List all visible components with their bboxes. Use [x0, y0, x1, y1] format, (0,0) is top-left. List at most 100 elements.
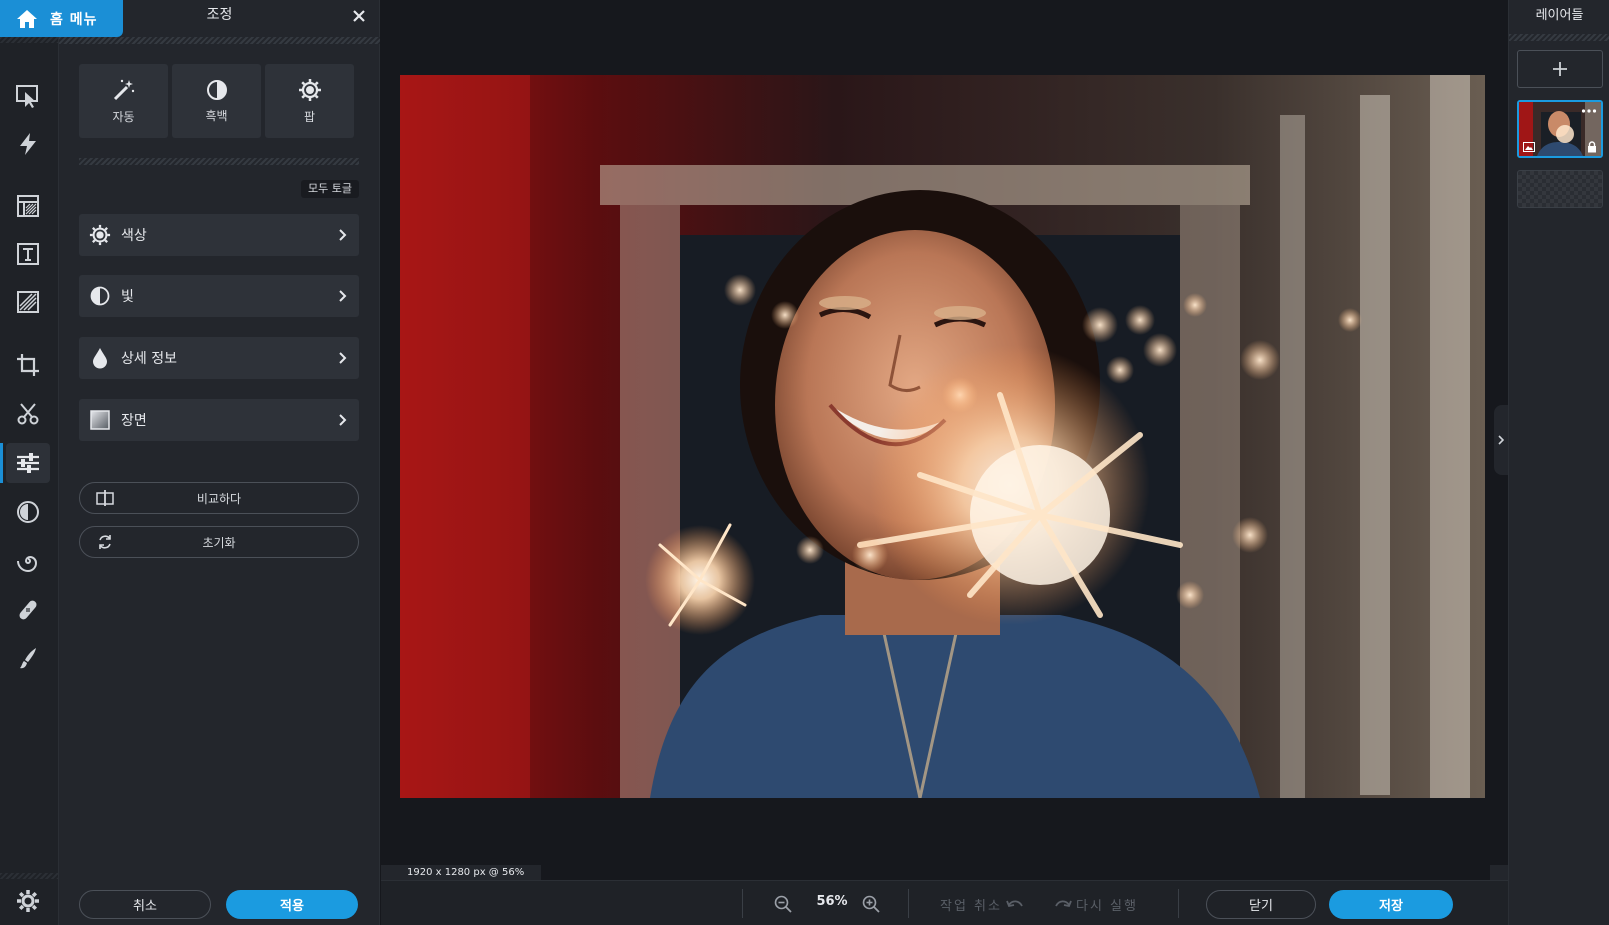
text-icon [17, 243, 39, 265]
redo-icon [1055, 899, 1072, 907]
reset-label: 초기화 [202, 535, 236, 550]
bw-label: 흑백 [205, 108, 228, 123]
redo-label: 다시 실행 [1076, 899, 1138, 914]
chevron-right-icon [339, 414, 347, 426]
bw-button[interactable]: 흑백 [172, 64, 261, 138]
close-button[interactable]: 닫기 [1206, 890, 1316, 919]
layers-collapse-tab[interactable] [1494, 405, 1508, 475]
adjust-panel: 조정 자동 흑백 팝 모두 토글 색상 빛 상세 정보 장면 비교하다 초기화 … [59, 0, 380, 925]
zoom-out-icon [774, 895, 792, 913]
compare-button[interactable]: 비교하다 [79, 482, 359, 514]
quick-edit-tool[interactable] [6, 124, 50, 164]
toggle-all-button[interactable]: 모두 토글 [301, 180, 359, 198]
chevron-right-icon [339, 352, 347, 364]
pop-label: 팝 [303, 109, 316, 124]
lock-icon[interactable] [1587, 141, 1597, 153]
redo-button[interactable]: 다시 실행 [1054, 895, 1138, 914]
layer-empty-thumbnail[interactable] [1517, 170, 1603, 208]
hatch-square-icon [17, 291, 39, 313]
undo-button[interactable]: 작업 취소 [940, 895, 1024, 914]
settings-button[interactable] [6, 881, 50, 921]
gear-icon [17, 890, 39, 912]
draw-tool[interactable] [6, 638, 50, 678]
category-color[interactable]: 색상 [79, 214, 359, 256]
gear-sun-icon [298, 78, 321, 101]
scissors-icon [17, 403, 39, 425]
cancel-button[interactable]: 취소 [79, 890, 211, 919]
category-light-label: 빛 [121, 289, 134, 305]
zoom-level[interactable]: 56% [812, 894, 852, 909]
crop-icon [17, 354, 39, 376]
bottom-toolbar: 56% 작업 취소 다시 실행 닫기 저장 [381, 880, 1508, 925]
category-color-label: 색상 [121, 228, 147, 244]
rail-divider-bottom [0, 873, 58, 879]
texture-tool[interactable] [6, 282, 50, 322]
separator [908, 889, 909, 918]
arrange-select-icon [16, 85, 38, 108]
category-scene-label: 장면 [121, 413, 147, 429]
scene-square-icon [90, 410, 110, 430]
spiral-icon [17, 555, 38, 573]
close-icon [353, 10, 365, 22]
adjust-tool[interactable] [0, 443, 50, 483]
pop-button[interactable]: 팝 [265, 64, 354, 138]
sliders-icon [17, 453, 39, 473]
image-size-info: 1920 x 1280 px @ 56% [381, 865, 541, 880]
category-light[interactable]: 빛 [79, 275, 359, 317]
zoom-in-button[interactable] [860, 893, 882, 915]
add-layer-button[interactable] [1517, 50, 1603, 88]
auto-button[interactable]: 자동 [79, 64, 168, 138]
brush-icon [20, 648, 36, 669]
cutout-tool[interactable] [6, 394, 50, 434]
magic-wand-icon [113, 79, 134, 100]
auto-label: 자동 [112, 109, 135, 124]
layers-title: 레이어들 [1535, 8, 1584, 23]
home-menu-button[interactable]: 홈 메뉴 [0, 0, 123, 37]
canvas-area[interactable] [381, 0, 1508, 880]
category-details-label: 상세 정보 [121, 351, 177, 367]
panel-close-button[interactable] [349, 6, 369, 26]
select-tool[interactable] [6, 76, 50, 116]
compare-label: 비교하다 [196, 491, 242, 506]
layer-photo-thumbnail[interactable] [1517, 100, 1603, 158]
template-tool[interactable] [6, 186, 50, 226]
zoom-out-button[interactable] [772, 893, 794, 915]
light-half-icon [90, 286, 110, 306]
reset-button[interactable]: 초기화 [79, 526, 359, 558]
home-icon [17, 9, 37, 28]
chevron-right-icon [1498, 435, 1504, 445]
half-circle-icon [17, 501, 39, 523]
home-menu-label: 홈 메뉴 [50, 11, 98, 28]
color-gear-icon [89, 224, 111, 246]
compare-icon [96, 490, 114, 506]
undo-icon [1006, 899, 1023, 907]
half-circle-icon [206, 79, 227, 100]
refresh-icon [99, 535, 111, 549]
zoom-in-icon [862, 895, 880, 913]
liquify-tool[interactable] [6, 541, 50, 581]
layout-icon [17, 195, 39, 217]
tool-rail [0, 0, 59, 925]
photo-canvas[interactable] [400, 75, 1485, 798]
heal-tool[interactable] [6, 590, 50, 630]
more-options-icon[interactable] [1581, 108, 1597, 114]
category-details[interactable]: 상세 정보 [79, 337, 359, 379]
panel-divider [59, 37, 380, 44]
save-button[interactable]: 저장 [1329, 890, 1453, 919]
lightning-icon [20, 133, 36, 155]
crop-tool[interactable] [6, 345, 50, 385]
category-scene[interactable]: 장면 [79, 399, 359, 441]
drop-icon [93, 348, 107, 369]
separator [1178, 889, 1179, 918]
text-tool[interactable] [6, 234, 50, 274]
canvas-corner [1490, 865, 1508, 880]
portrait-photo [400, 75, 1485, 798]
bandage-icon [19, 600, 37, 620]
rail-divider [0, 37, 58, 43]
effects-tool[interactable] [6, 492, 50, 532]
chevron-right-icon [339, 290, 347, 302]
quick-divider [79, 158, 359, 165]
apply-button[interactable]: 적용 [226, 890, 358, 919]
separator [742, 889, 743, 918]
plus-icon [1553, 62, 1567, 76]
